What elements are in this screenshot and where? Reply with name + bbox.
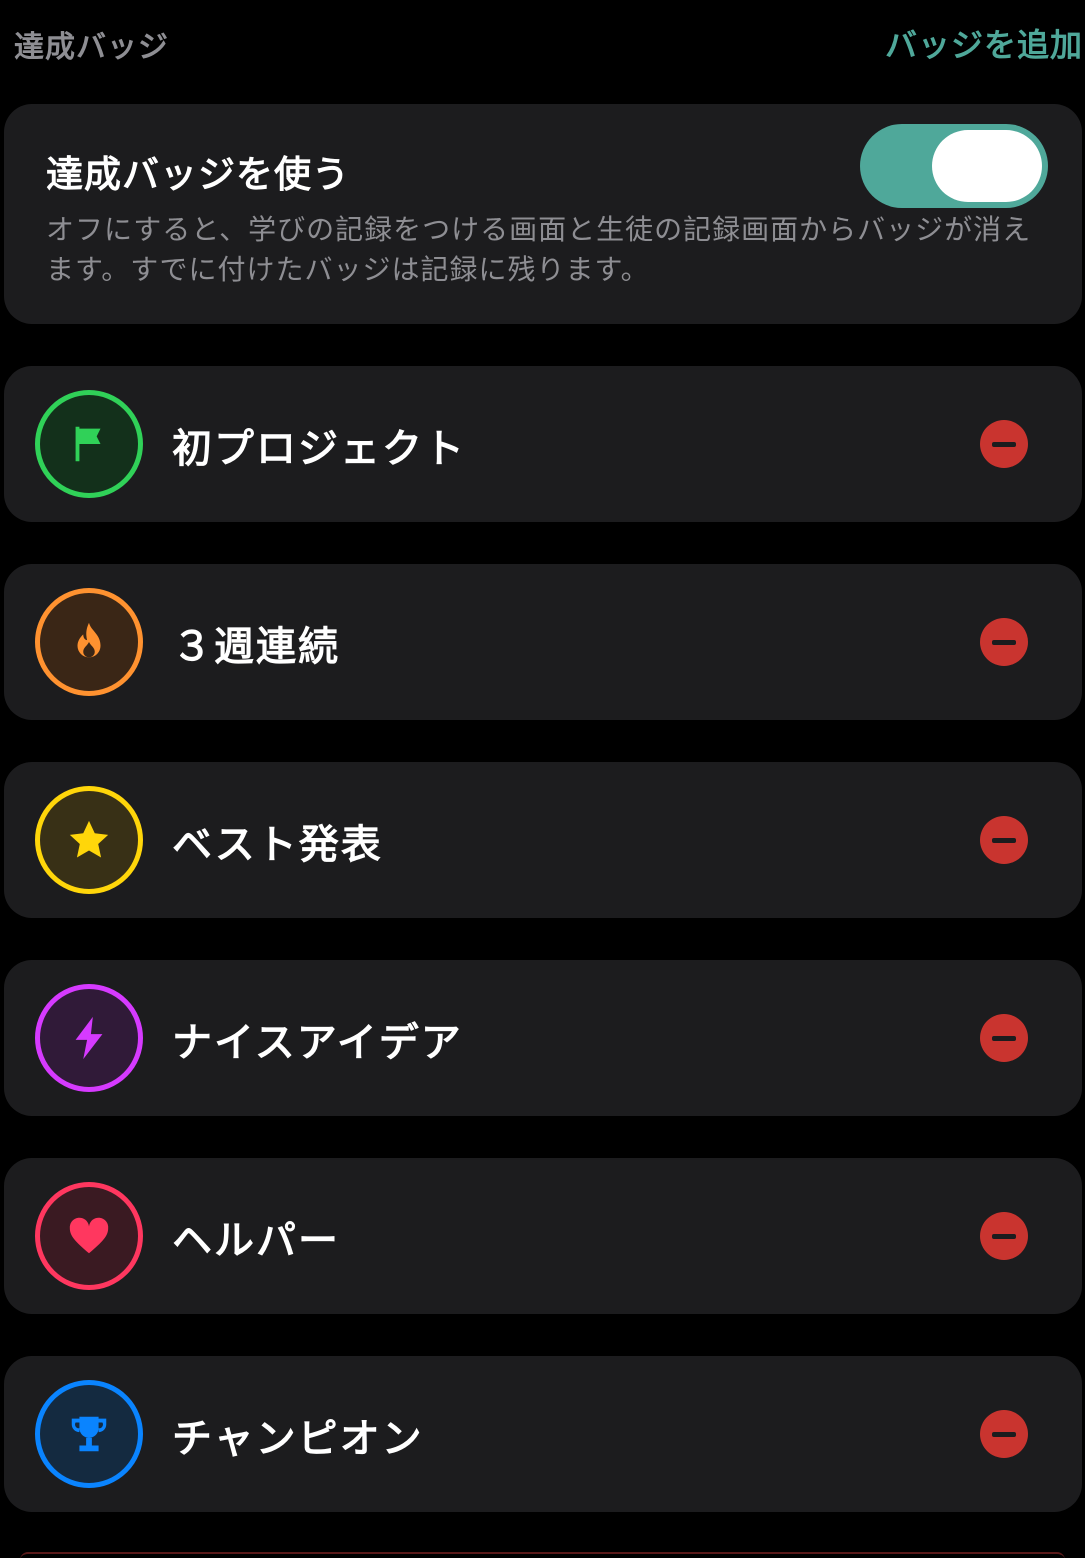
trophy-icon (35, 1380, 143, 1488)
badge-name: チャンピオン (172, 1416, 424, 1462)
section-title: 達成バッジ (14, 30, 169, 65)
flame-icon (35, 588, 143, 696)
header: 達成バッジ バッジを追加 (0, 0, 1085, 80)
badge-row-helper[interactable]: ヘルパー (4, 1158, 1082, 1314)
badge-name: ヘルパー (172, 1218, 340, 1264)
remove-badge-button[interactable] (980, 1410, 1028, 1458)
badge-row-nice-idea[interactable]: ナイスアイデア (4, 960, 1082, 1116)
badge-row-three-weeks[interactable]: ３週連続 (4, 564, 1082, 720)
badge-row-champion[interactable]: チャンピオン (4, 1356, 1082, 1512)
heart-icon (35, 1182, 143, 1290)
toggle-description: オフにすると、学びの記録をつける画面と生徒の記録画面からバッジが消えます。すでに… (46, 213, 1032, 286)
badge-name: ベスト発表 (172, 822, 383, 868)
next-card-edge (20, 1552, 1065, 1558)
badges-toggle-switch[interactable] (860, 124, 1048, 208)
remove-badge-button[interactable] (980, 618, 1028, 666)
badge-row-best-presentation[interactable]: ベスト発表 (4, 762, 1082, 918)
badge-name: ナイスアイデア (172, 1020, 463, 1066)
remove-badge-button[interactable] (980, 1014, 1028, 1062)
badges-toggle-card: 達成バッジを使う オフにすると、学びの記録をつける画面と生徒の記録画面からバッジ… (4, 104, 1082, 324)
star-icon (35, 786, 143, 894)
add-badge-button[interactable]: バッジを追加 (885, 20, 1083, 66)
remove-badge-button[interactable] (980, 816, 1028, 864)
bolt-icon (35, 984, 143, 1092)
remove-badge-button[interactable] (980, 1212, 1028, 1260)
flag-icon (35, 390, 143, 498)
switch-knob (932, 130, 1042, 202)
badge-row-first-project[interactable]: 初プロジェクト (4, 366, 1082, 522)
badge-name: 初プロジェクト (172, 426, 466, 472)
toggle-title: 達成バッジを使う (46, 153, 350, 196)
remove-badge-button[interactable] (980, 420, 1028, 468)
badge-name: ３週連続 (172, 624, 340, 670)
